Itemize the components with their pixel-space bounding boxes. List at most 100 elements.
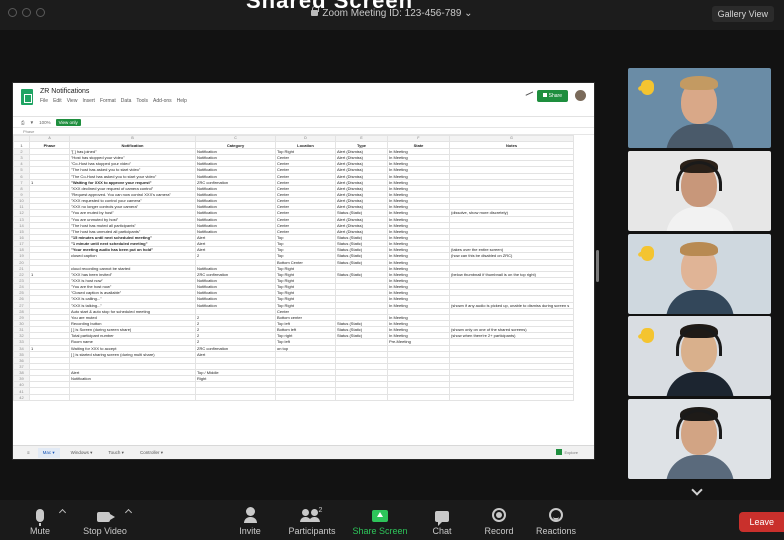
zoom-window: Zoom Meeting ID: 123-456-789 ⌄ Gallery V… xyxy=(0,0,784,540)
table-cell xyxy=(275,393,336,401)
sheets-menu-item: Add-ons xyxy=(153,98,172,104)
table-cell xyxy=(387,393,450,401)
raised-hand-icon xyxy=(636,324,658,346)
row-number: 1 xyxy=(13,141,30,149)
share-screen-button[interactable]: Share Screen xyxy=(351,504,409,536)
sheets-logo-icon xyxy=(21,89,33,105)
sheet-tabs-bar: ≡ Mac ▾ Windows ▾ Touch ▾ Controller ▾ Expl… xyxy=(13,445,594,459)
add-sheet-icon: ≡ xyxy=(27,450,30,455)
view-only-badge: View only xyxy=(55,118,81,126)
activity-trend-icon xyxy=(525,91,535,99)
sheets-menu-item: Help xyxy=(176,98,187,104)
participants-button[interactable]: 2 Participants xyxy=(285,504,339,536)
participant-count: 2 xyxy=(318,507,323,514)
chevron-down-icon: ⌄ xyxy=(464,8,473,19)
filter-icon: ▼ xyxy=(29,119,35,125)
table-row: 27 "XXX is talking..." Notification Top Rig… xyxy=(13,301,574,309)
print-icon: ⎙ xyxy=(21,119,25,125)
table-cell xyxy=(449,393,574,401)
mute-button[interactable]: Mute xyxy=(27,504,53,536)
participant-video-tile[interactable] xyxy=(628,234,771,314)
panel-resize-handle[interactable] xyxy=(596,250,599,282)
column-header: Category xyxy=(195,141,276,149)
table-row: 42 xyxy=(13,393,574,401)
participants-label: Participants xyxy=(288,526,336,536)
document-title: ZR Notifications xyxy=(40,88,90,95)
column-header: Type xyxy=(335,141,388,149)
raised-hand-icon xyxy=(636,76,658,98)
column-header: State xyxy=(387,141,450,149)
sheet-tab: Mac ▾ xyxy=(37,447,60,458)
zoom-level: 100% xyxy=(39,119,51,125)
participants-icon xyxy=(299,509,320,522)
share-screen-label: Share Screen xyxy=(352,526,408,536)
participant-video-tile[interactable] xyxy=(628,151,771,231)
table-row: 31[ ] is Screen (during screen share) 2 Bo… xyxy=(13,326,574,334)
shared-screen-overlay-title: Shared Screen xyxy=(246,0,414,13)
gallery-view-button[interactable]: Gallery View xyxy=(711,6,774,22)
lock-icon xyxy=(542,93,547,97)
sheets-header: ZR Notifications File Edit View Insert Forma… xyxy=(13,83,594,117)
participant-video-tile[interactable] xyxy=(628,68,771,148)
participant-video-tile[interactable] xyxy=(628,316,771,396)
table-cell xyxy=(335,393,388,401)
reactions-icon xyxy=(549,508,563,522)
spreadsheet-grid: ABCDEFG 1 Phase Notification Category Locati… xyxy=(13,135,574,401)
reactions-button[interactable]: Reactions xyxy=(534,504,578,536)
sheets-menu-item: Data xyxy=(120,98,132,104)
sheet-tab: Windows ▾ xyxy=(70,449,93,455)
row-number: 42 xyxy=(13,393,30,401)
avatar xyxy=(575,90,586,101)
sheets-menu-item: File xyxy=(40,98,49,104)
record-button[interactable]: Record xyxy=(483,504,515,536)
share-screen-icon xyxy=(372,510,388,522)
sheets-menu-item: View xyxy=(66,98,78,104)
participant-video-tile[interactable] xyxy=(628,399,771,479)
stop-video-button[interactable]: Stop Video xyxy=(80,504,130,536)
table-cell xyxy=(195,393,276,401)
stop-video-label: Stop Video xyxy=(83,526,127,536)
explore-icon xyxy=(556,449,563,455)
chat-label: Chat xyxy=(432,526,452,536)
leave-button[interactable]: Leave xyxy=(739,512,784,532)
sheet-tab: Touch ▾ xyxy=(108,449,124,455)
microphone-icon xyxy=(36,509,44,526)
sheets-menu-item: Format xyxy=(99,98,116,104)
sheet-tab: Controller ▾ xyxy=(139,449,163,455)
sheets-toolbar: ⎙ ▼ 100% View only xyxy=(13,117,594,128)
reactions-label: Reactions xyxy=(535,526,577,536)
video-camera-icon xyxy=(96,512,115,522)
audio-options-caret[interactable] xyxy=(58,508,67,517)
column-header: Location xyxy=(275,141,336,149)
column-header: Notes xyxy=(449,141,574,149)
invite-label: Invite xyxy=(239,526,261,536)
table-cell xyxy=(29,393,70,401)
sheet-tab-list: Mac ▾ Windows ▾ Touch ▾ Controller ▾ xyxy=(37,447,168,458)
column-header: Notification xyxy=(69,141,196,149)
meeting-controls-bar: Mute Stop Video Invite 2 Participants Sh… xyxy=(0,500,784,540)
record-label: Record xyxy=(484,526,514,536)
table-cell xyxy=(69,393,196,401)
table-cell: (shown if any audio is picked up, unable… xyxy=(449,301,574,309)
sheets-menu-item: Edit xyxy=(53,98,62,104)
mute-label: Mute xyxy=(29,526,50,536)
share-label: Share xyxy=(548,93,562,99)
invite-button[interactable]: Invite xyxy=(236,504,264,536)
sheets-share-button: Share xyxy=(536,90,568,102)
header-row: 1 Phase Notification Category Location Type St… xyxy=(13,141,574,149)
participant-hair xyxy=(680,76,718,90)
explore-label: Explore xyxy=(564,449,578,455)
sheets-menu-bar: File Edit View Insert Format Data Tools Add-ons… xyxy=(40,98,187,104)
add-person-icon xyxy=(243,507,257,523)
sheets-menu-item: Tools xyxy=(136,98,149,104)
raised-hand-icon xyxy=(636,242,658,264)
shared-screen: ZR Notifications File Edit View Insert Forma… xyxy=(12,82,595,460)
table-row: 22 1 "XXX has been invited" ZRC confirmatio… xyxy=(13,270,574,278)
participant-hair xyxy=(680,242,718,256)
explore-button: Explore xyxy=(556,449,578,455)
column-header: Phase xyxy=(29,141,70,149)
sheets-menu-item: Insert xyxy=(82,98,95,104)
chevron-down-icon[interactable] xyxy=(691,484,703,496)
chat-icon xyxy=(435,511,449,526)
chat-button[interactable]: Chat xyxy=(430,504,454,536)
